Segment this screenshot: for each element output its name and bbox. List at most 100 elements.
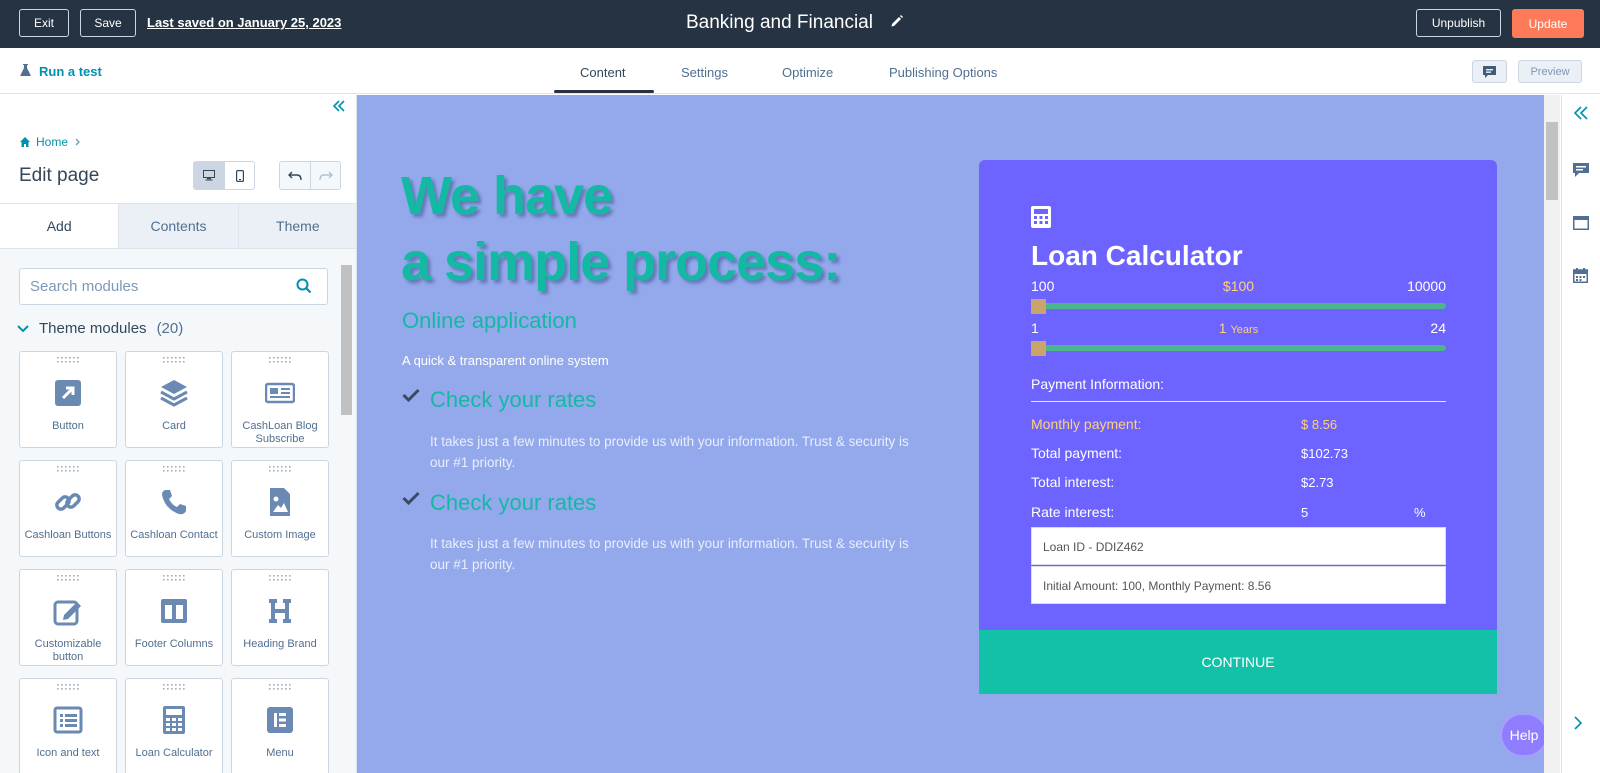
sidebar-scroll-thumb[interactable] — [341, 265, 352, 415]
page-title[interactable]: Banking and Financial — [686, 12, 873, 34]
check-rates-title[interactable]: Check your rates — [430, 490, 596, 516]
breadcrumb[interactable]: Home — [20, 135, 82, 149]
calculator-icon — [126, 705, 222, 735]
mobile-view-button[interactable] — [224, 162, 254, 189]
save-button[interactable]: Save — [80, 9, 136, 37]
tab-contents[interactable]: Contents — [118, 204, 238, 248]
drag-handle-icon[interactable] — [20, 684, 116, 692]
module-card[interactable]: Heading Brand — [231, 569, 329, 666]
comment-icon[interactable] — [1573, 163, 1589, 182]
canvas-scroll-thumb[interactable] — [1546, 122, 1558, 200]
chevron-down-icon — [17, 324, 29, 332]
update-button[interactable]: Update — [1512, 9, 1584, 38]
tab-optimize[interactable]: Optimize — [782, 65, 833, 80]
module-label: Cashloan Buttons — [24, 529, 112, 541]
collapse-sidebar-icon[interactable] — [332, 99, 345, 117]
edit-icon — [20, 596, 116, 626]
comment-icon — [1483, 65, 1496, 78]
image-file-icon — [232, 487, 328, 517]
mobile-icon — [235, 169, 244, 182]
sub-nav: Run a test Content Settings Optimize Pub… — [0, 48, 1600, 94]
loan-calculator[interactable]: Loan Calculator 100 $100 10000 1 1 Years… — [979, 160, 1497, 630]
run-test-link[interactable]: Run a test — [20, 64, 102, 79]
drag-handle-icon[interactable] — [20, 466, 116, 474]
check-rates-desc[interactable]: It takes just a few minutes to provide u… — [430, 533, 930, 575]
undo-button[interactable] — [280, 162, 310, 189]
term-max: 24 — [1430, 320, 1446, 336]
online-application-heading[interactable]: Online application — [402, 308, 577, 334]
drag-handle-icon[interactable] — [126, 357, 222, 365]
drag-handle-icon[interactable] — [232, 575, 328, 583]
tab-content[interactable]: Content — [580, 65, 626, 80]
drag-handle-icon[interactable] — [232, 684, 328, 692]
drag-handle-icon[interactable] — [232, 357, 328, 365]
unpublish-button[interactable]: Unpublish — [1416, 9, 1501, 37]
module-card[interactable]: Icon and text — [19, 678, 117, 773]
module-card[interactable]: Loan Calculator — [125, 678, 223, 773]
online-application-desc[interactable]: A quick & transparent online system — [402, 353, 609, 368]
term-slider-handle[interactable] — [1031, 341, 1046, 356]
expand-panel-icon[interactable] — [1573, 105, 1589, 126]
tab-add[interactable]: Add — [0, 204, 119, 248]
check-rates-title[interactable]: Check your rates — [430, 387, 596, 413]
undo-icon — [288, 171, 302, 180]
drag-handle-icon[interactable] — [126, 575, 222, 583]
preview-button[interactable]: Preview — [1518, 60, 1582, 83]
tab-theme[interactable]: Theme — [237, 204, 356, 248]
total-payment-label: Total payment: — [1031, 445, 1123, 461]
drag-handle-icon[interactable] — [126, 466, 222, 474]
breadcrumb-home[interactable]: Home — [36, 135, 68, 149]
search-icon[interactable] — [296, 278, 312, 299]
external-link-icon — [20, 378, 116, 408]
search-modules-input[interactable]: Search modules — [19, 268, 328, 305]
hero-heading[interactable]: We have a simple process: — [401, 163, 841, 295]
list-icon — [20, 705, 116, 735]
module-card[interactable]: Menu — [231, 678, 329, 773]
loan-id-field[interactable]: Loan ID - DDIZ462 — [1031, 527, 1446, 565]
module-card[interactable]: Card — [125, 351, 223, 448]
module-card[interactable]: Custom Image — [231, 460, 329, 557]
monthly-payment-value: $ 8.56 — [1301, 417, 1338, 432]
continue-button[interactable]: CONTINUE — [979, 630, 1497, 694]
last-saved-link[interactable]: Last saved on January 25, 2023 — [147, 15, 341, 30]
rate-interest-value[interactable]: 5 — [1301, 505, 1308, 520]
home-icon — [20, 137, 30, 147]
module-card[interactable]: Button — [19, 351, 117, 448]
module-card[interactable]: Cashloan Buttons — [19, 460, 117, 557]
browser-window-icon[interactable] — [1573, 216, 1589, 235]
chevron-right-icon — [75, 138, 80, 146]
module-label: Heading Brand — [243, 638, 317, 650]
history-toggle — [279, 161, 341, 190]
total-payment-value: $102.73 — [1301, 446, 1348, 461]
theme-modules-header[interactable]: Theme modules (20) — [17, 320, 183, 337]
comments-button[interactable] — [1472, 60, 1507, 83]
run-test-label: Run a test — [39, 64, 102, 79]
pencil-icon[interactable] — [890, 14, 904, 33]
drag-handle-icon[interactable] — [20, 575, 116, 583]
amount-slider-track[interactable] — [1031, 303, 1446, 309]
drag-handle-icon[interactable] — [126, 684, 222, 692]
module-card[interactable]: CashLoan Blog Subscribe — [231, 351, 329, 448]
help-button[interactable]: Help — [1500, 713, 1544, 757]
newspaper-icon — [232, 378, 328, 408]
tab-settings[interactable]: Settings — [681, 65, 728, 80]
module-card[interactable]: Cashloan Contact — [125, 460, 223, 557]
drag-handle-icon[interactable] — [232, 466, 328, 474]
loan-summary-field[interactable]: Initial Amount: 100, Monthly Payment: 8.… — [1031, 566, 1446, 604]
module-label: Card — [162, 420, 186, 432]
module-label: Footer Columns — [134, 638, 214, 650]
chevron-right-icon[interactable] — [1573, 715, 1583, 736]
calendar-icon[interactable] — [1573, 268, 1588, 288]
tab-publishing-options[interactable]: Publishing Options — [889, 65, 997, 80]
redo-button[interactable] — [310, 162, 340, 189]
check-rates-desc[interactable]: It takes just a few minutes to provide u… — [430, 431, 930, 473]
desktop-view-button[interactable] — [194, 162, 224, 189]
section-count: (20) — [156, 320, 184, 337]
layers-icon — [126, 378, 222, 408]
exit-button[interactable]: Exit — [19, 9, 69, 37]
module-card[interactable]: Footer Columns — [125, 569, 223, 666]
drag-handle-icon[interactable] — [20, 357, 116, 365]
module-card[interactable]: Customizable button — [19, 569, 117, 666]
amount-slider-handle[interactable] — [1031, 299, 1046, 314]
term-slider-track[interactable] — [1031, 345, 1446, 351]
